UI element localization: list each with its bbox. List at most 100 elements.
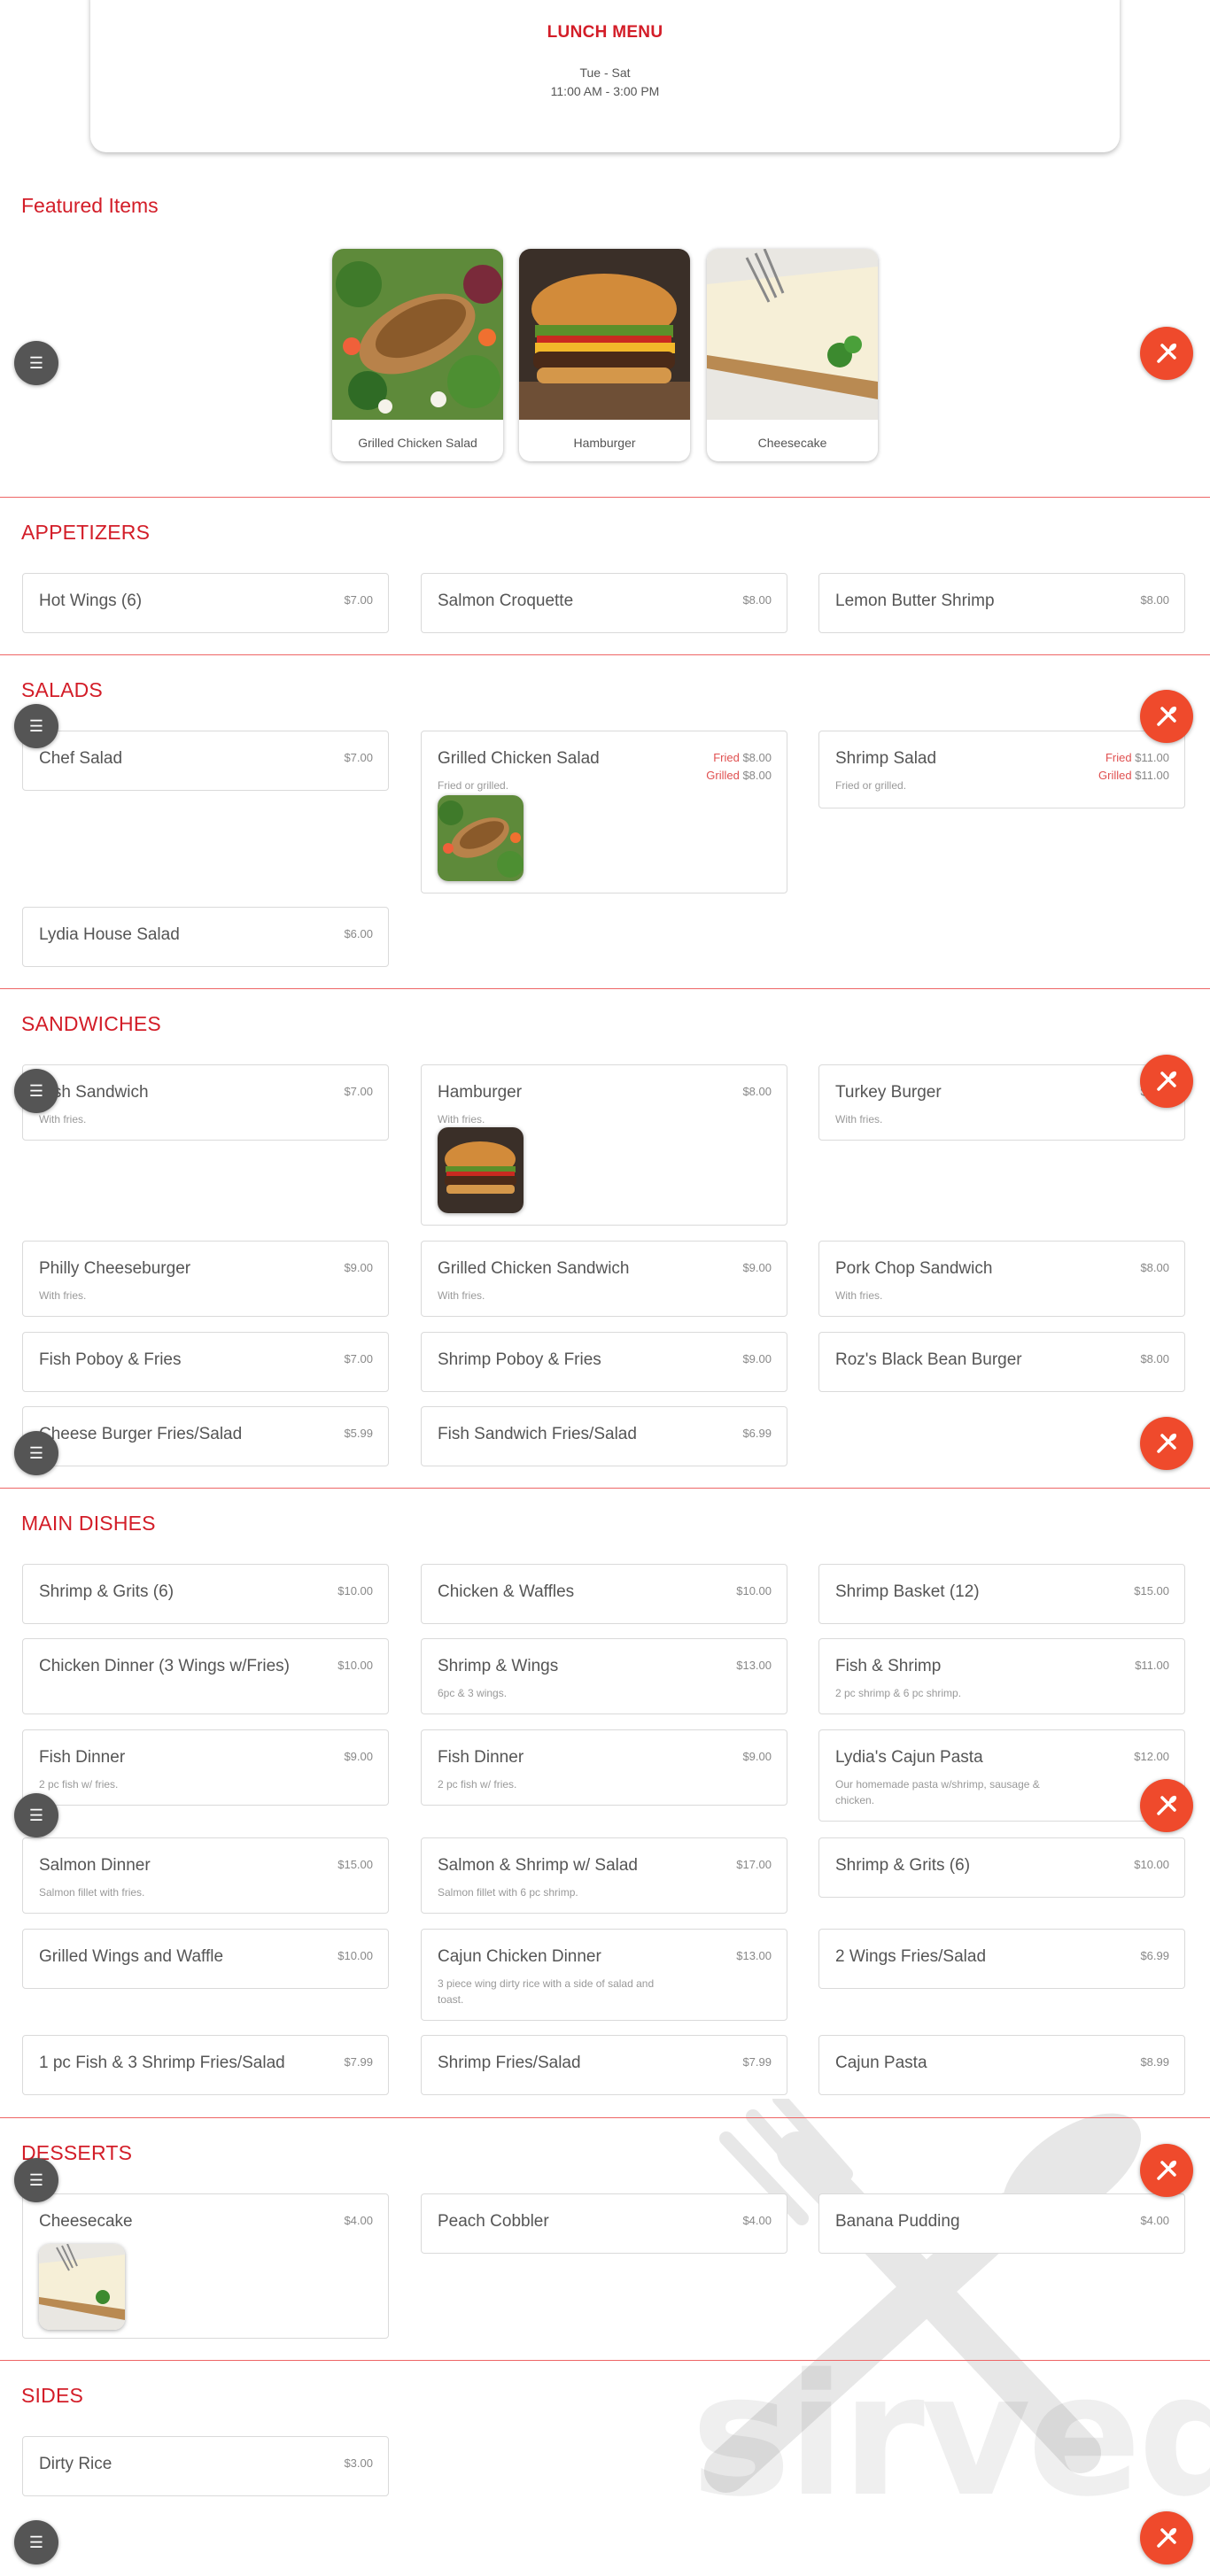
featured-item[interactable]: Hamburger [519, 249, 690, 461]
menu-item[interactable]: Salmon & Shrimp w/ Salad $17.00 Salmon f… [421, 1837, 787, 1914]
menu-item[interactable]: Grilled Wings and Waffle $10.00 [22, 1929, 389, 1989]
menu-list-button[interactable]: ☰ [14, 2520, 58, 2564]
menu-item[interactable]: Pork Chop Sandwich $8.00 With fries. [818, 1241, 1185, 1317]
order-button[interactable] [1140, 1417, 1193, 1470]
menu-item[interactable]: Roz's Black Bean Burger $8.00 [818, 1332, 1185, 1392]
menu-item[interactable]: Peach Cobbler $4.00 [421, 2193, 787, 2254]
item-price: $4.00 [742, 2214, 772, 2227]
menu-item[interactable]: Shrimp Salad Fried $11.00 Grilled $11.00… [818, 731, 1185, 808]
item-name: Cajun Chicken Dinner [438, 1947, 601, 1966]
menu-item[interactable]: Grilled Chicken Sandwich $9.00 With frie… [421, 1241, 787, 1317]
menu-item[interactable]: Salmon Croquette $8.00 [421, 573, 787, 633]
menu-item[interactable]: Cajun Chicken Dinner $13.00 3 piece wing… [421, 1929, 787, 2021]
menu-item[interactable]: Chef Salad $7.00 [22, 731, 389, 791]
item-name: Shrimp & Grits (6) [39, 1582, 175, 1601]
menu-item[interactable]: Turkey Burger $7.00 With fries. [818, 1064, 1185, 1141]
menu-item[interactable]: Shrimp & Grits (6) $10.00 [818, 1837, 1185, 1898]
menu-list-button[interactable]: ☰ [14, 341, 58, 385]
order-button[interactable] [1140, 1055, 1193, 1108]
menu-item[interactable]: Cheese Burger Fries/Salad $5.99 [22, 1406, 389, 1466]
item-description: 3 piece wing dirty rice with a side of s… [438, 1977, 655, 2006]
menu-item[interactable]: Fish Sandwich Fries/Salad $6.99 [421, 1406, 787, 1466]
item-name: Salmon Dinner [39, 1856, 151, 1875]
item-name: Grilled Chicken Salad [438, 749, 600, 768]
featured-items: Grilled Chicken Salad Hamburger Cheeseca… [0, 249, 1210, 461]
menu-item[interactable]: Cheesecake $4.00 [22, 2193, 389, 2339]
menu-item[interactable]: Lydia House Salad $6.00 [22, 907, 389, 967]
menu-item[interactable]: Shrimp Fries/Salad $7.99 [421, 2035, 787, 2095]
item-name: Turkey Burger [835, 1083, 942, 1102]
price-option-value: $8.00 [742, 751, 772, 764]
menu-item[interactable]: Salmon Dinner $15.00 Salmon fillet with … [22, 1837, 389, 1914]
menu-item[interactable]: 2 Wings Fries/Salad $6.99 [818, 1929, 1185, 1989]
item-price: $10.00 [736, 1584, 772, 1597]
menu-list-button[interactable]: ☰ [14, 704, 58, 748]
menu-list-button[interactable]: ☰ [14, 1069, 58, 1113]
menu-item[interactable]: Fish Poboy & Fries $7.00 [22, 1332, 389, 1392]
item-name: Grilled Wings and Waffle [39, 1947, 224, 1966]
menu-item[interactable]: Banana Pudding $4.00 [818, 2193, 1185, 2254]
price-option-label: Grilled [706, 769, 740, 782]
hamburger-image [519, 249, 690, 420]
menu-item[interactable]: Cajun Pasta $8.99 [818, 2035, 1185, 2095]
menu-item[interactable]: Philly Cheeseburger $9.00 With fries. [22, 1241, 389, 1317]
grilled-chicken-salad-thumbnail [438, 795, 524, 881]
item-name: Shrimp & Grits (6) [835, 1856, 971, 1875]
section-title-salads: SALADS [21, 678, 103, 701]
featured-title: Featured Items [21, 194, 159, 217]
menu-item[interactable]: Shrimp & Wings $13.00 6pc & 3 wings. [421, 1638, 787, 1714]
order-button[interactable] [1140, 2511, 1193, 2564]
item-description: With fries. [39, 1289, 87, 1302]
item-name: Shrimp & Wings [438, 1657, 559, 1675]
featured-item[interactable]: Cheesecake [707, 249, 878, 461]
order-button[interactable] [1140, 327, 1193, 380]
item-price: $17.00 [736, 1858, 772, 1871]
item-name: Hot Wings (6) [39, 592, 143, 610]
item-price: $9.00 [742, 1750, 772, 1763]
item-name: Cajun Pasta [835, 2054, 927, 2072]
order-button[interactable] [1140, 690, 1193, 743]
menu-item[interactable]: Shrimp Poboy & Fries $9.00 [421, 1332, 787, 1392]
menu-list-button[interactable]: ☰ [14, 2158, 58, 2202]
menu-list-icon: ☰ [28, 354, 44, 372]
item-name: Shrimp Basket (12) [835, 1582, 980, 1601]
item-photo[interactable] [438, 795, 524, 881]
item-name: 1 pc Fish & 3 Shrimp Fries/Salad [39, 2054, 285, 2072]
item-price: $9.00 [742, 1261, 772, 1274]
item-name: Lydia House Salad [39, 925, 180, 944]
menu-item[interactable]: Fish Dinner $9.00 2 pc fish w/ fries. [22, 1729, 389, 1806]
menu-item[interactable]: Dirty Rice $3.00 [22, 2436, 389, 2496]
menu-item[interactable]: Fish & Shrimp $11.00 2 pc shrimp & 6 pc … [818, 1638, 1185, 1714]
item-description: Salmon fillet with fries. [39, 1886, 145, 1899]
order-button[interactable] [1140, 1779, 1193, 1832]
menu-item[interactable]: Fish Dinner $9.00 2 pc fish w/ fries. [421, 1729, 787, 1806]
item-price: $10.00 [337, 1659, 373, 1672]
featured-item[interactable]: Grilled Chicken Salad [332, 249, 503, 461]
menu-list-button[interactable]: ☰ [14, 1431, 58, 1475]
item-price: $9.00 [742, 1352, 772, 1365]
order-button[interactable] [1140, 2144, 1193, 2197]
menu-item[interactable]: Hamburger $8.00 With fries. [421, 1064, 787, 1226]
menu-item[interactable]: Shrimp Basket (12) $15.00 [818, 1564, 1185, 1624]
item-photo[interactable] [39, 2244, 125, 2330]
menu-item[interactable]: 1 pc Fish & 3 Shrimp Fries/Salad $7.99 [22, 2035, 389, 2095]
menu-item[interactable]: Fish Sandwich $7.00 With fries. [22, 1064, 389, 1141]
menu-item[interactable]: Shrimp & Grits (6) $10.00 [22, 1564, 389, 1624]
menu-item[interactable]: Chicken & Waffles $10.00 [421, 1564, 787, 1624]
menu-header-card: LUNCH MENU Tue - Sat 11:00 AM - 3:00 PM [90, 0, 1120, 152]
menu-item[interactable]: Chicken Dinner (3 Wings w/Fries) $10.00 [22, 1638, 389, 1714]
item-price: $7.00 [344, 751, 373, 764]
item-price: $12.00 [1134, 1750, 1169, 1763]
menu-list-icon: ☰ [28, 1082, 44, 1100]
item-photo[interactable] [438, 1127, 524, 1213]
item-price: $7.99 [344, 2055, 373, 2069]
menu-list-icon: ☰ [28, 2171, 44, 2189]
fork-spoon-icon [1157, 1795, 1177, 1815]
cheesecake-thumbnail [39, 2244, 125, 2330]
menu-item[interactable]: Lemon Butter Shrimp $8.00 [818, 573, 1185, 633]
menu-item[interactable]: Hot Wings (6) $7.00 [22, 573, 389, 633]
menu-list-button[interactable]: ☰ [14, 1793, 58, 1837]
item-name: Cheese Burger Fries/Salad [39, 1425, 243, 1443]
menu-item[interactable]: Lydia's Cajun Pasta $12.00 Our homemade … [818, 1729, 1185, 1822]
menu-item[interactable]: Grilled Chicken Salad Fried $8.00 Grille… [421, 731, 787, 893]
